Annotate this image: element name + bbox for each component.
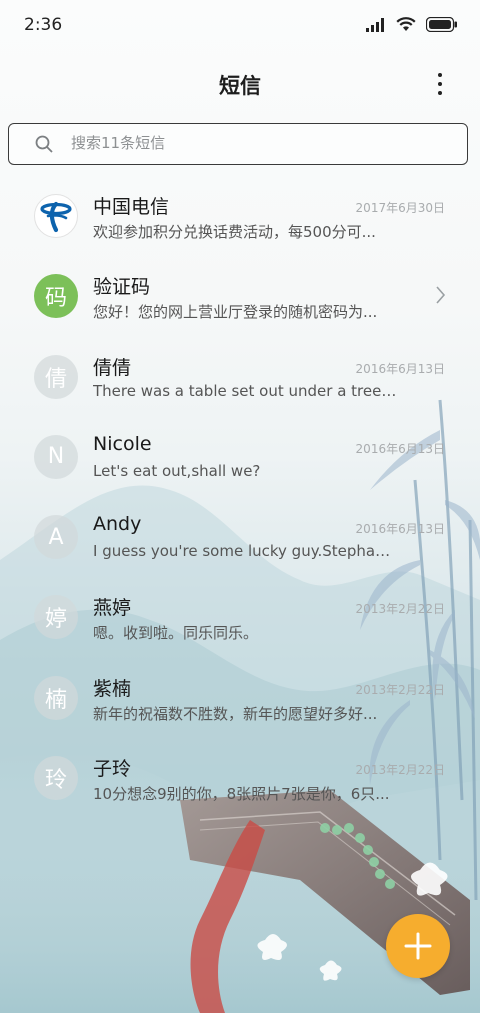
conversation-list: 中国电信 2017年6月30日 欢迎参加积分兑换话费活动，每500分可... 码… (0, 178, 480, 820)
message-date: 2017年6月30日 (355, 201, 445, 215)
contact-name: 倩倩 (93, 356, 132, 379)
search-input[interactable] (71, 134, 431, 152)
message-date: 2016年6月13日 (355, 441, 445, 456)
message-snippet: Let's eat out,shall we? (93, 461, 261, 480)
contact-name: Nicole (93, 432, 152, 455)
more-options-button[interactable] (424, 70, 456, 98)
china-telecom-logo-icon (40, 201, 72, 233)
message-date: 2016年6月13日 (355, 522, 445, 537)
message-snippet: 您好！您的网上营业厅登录的随机密码为... (93, 303, 378, 322)
conversation-item[interactable]: 中国电信 2017年6月30日 欢迎参加积分兑换话费活动，每500分可... (0, 178, 480, 258)
status-icons (366, 17, 458, 32)
conversation-item[interactable]: 玲 子玲 2013年2月22日 10分想念9别的你，8张照片7张是你，6只... (0, 740, 480, 820)
avatar: 楠 (34, 675, 78, 720)
chevron-right-icon (436, 286, 446, 304)
conversation-item[interactable]: 婷 燕婷 2013年2月22日 嗯。收到啦。同乐同乐。 (0, 579, 480, 659)
conversation-item[interactable]: A Andy 2016年6月13日 I guess you're some lu… (0, 499, 480, 579)
more-dot (438, 91, 442, 95)
contact-name: 验证码 (93, 276, 151, 299)
battery-icon (426, 17, 457, 32)
message-date: 2013年2月22日 (355, 682, 445, 697)
contact-name: 中国电信 (93, 196, 170, 218)
message-date: 2013年2月22日 (355, 602, 445, 617)
message-date: 2016年6月13日 (355, 361, 445, 376)
avatar (34, 194, 78, 238)
conversation-item[interactable]: N Nicole 2016年6月13日 Let's eat out,shall … (0, 419, 480, 499)
message-snippet: I guess you're some lucky guy.Stephan... (93, 542, 398, 561)
avatar: 玲 (34, 756, 78, 801)
contact-name: Andy (93, 513, 142, 536)
message-snippet: 新年的祝福数不胜数，新年的愿望好多好... (93, 704, 378, 723)
message-date: 2013年2月22日 (355, 763, 445, 778)
conversation-item[interactable]: 码 验证码 您好！您的网上营业厅登录的随机密码为... (0, 258, 480, 338)
message-snippet: 嗯。收到啦。同乐同乐。 (93, 624, 259, 643)
avatar: A (34, 515, 78, 560)
conversation-item[interactable]: 倩 倩倩 2016年6月13日 There was a table set ou… (0, 339, 480, 419)
signal-icon (366, 17, 384, 32)
avatar: N (34, 434, 78, 479)
avatar: 倩 (34, 354, 78, 399)
more-dot (438, 73, 442, 77)
search-bar[interactable] (8, 123, 468, 165)
message-snippet: 欢迎参加积分兑换话费活动，每500分可... (93, 223, 376, 241)
contact-name: 子玲 (93, 758, 132, 781)
wifi-icon (396, 17, 416, 31)
plus-icon (404, 932, 432, 960)
contact-name: 紫楠 (93, 677, 132, 700)
new-message-button[interactable] (386, 914, 450, 978)
avatar: 码 (34, 274, 78, 319)
status-bar: 2:36 (0, 0, 480, 52)
app-header: 短信 (0, 58, 480, 110)
status-time: 2:36 (24, 15, 63, 35)
avatar: 婷 (34, 595, 78, 640)
conversation-item[interactable]: 楠 紫楠 2013年2月22日 新年的祝福数不胜数，新年的愿望好多好... (0, 660, 480, 740)
contact-name: 燕婷 (93, 597, 132, 620)
search-icon (35, 135, 53, 153)
message-snippet: There was a table set out under a tree i… (93, 381, 398, 400)
more-dot (438, 82, 442, 86)
message-snippet: 10分想念9别的你，8张照片7张是你，6只... (93, 785, 390, 804)
page-title: 短信 (219, 74, 261, 98)
